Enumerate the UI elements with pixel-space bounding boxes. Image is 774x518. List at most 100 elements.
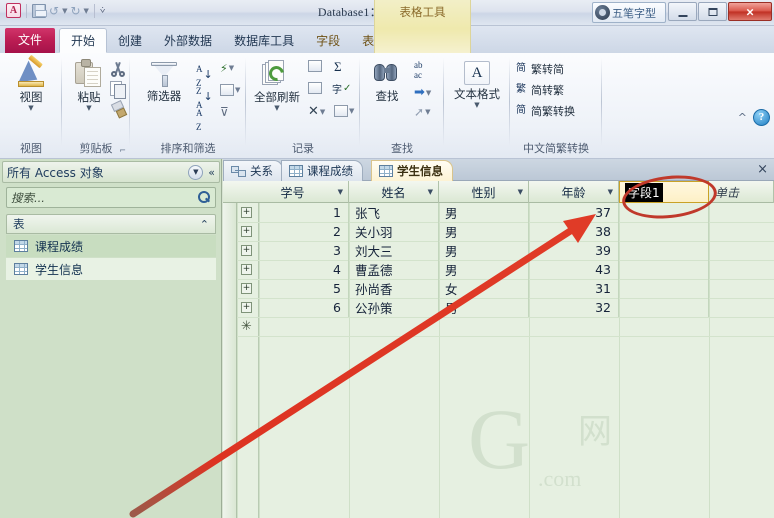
ime-indicator[interactable]: 五笔字型 [592, 2, 666, 23]
cell-field1[interactable] [619, 298, 709, 317]
cell-xuehao[interactable]: 6 [259, 298, 349, 317]
copy-button[interactable] [110, 81, 126, 99]
nav-item-course-scores[interactable]: 课程成绩 [6, 235, 216, 257]
doc-tab-course-scores[interactable]: 课程成绩 [281, 160, 363, 181]
new-record-row[interactable]: ✳ [223, 317, 774, 336]
close-button[interactable]: × [728, 2, 772, 21]
collapse-nav-pane-icon[interactable]: « [208, 166, 215, 179]
cell-xingming[interactable]: 张飞 [349, 203, 439, 222]
column-filter-icon[interactable]: ▼ [518, 188, 523, 196]
cell-xingming[interactable]: 曹孟德 [349, 260, 439, 279]
expand-row-icon[interactable]: + [241, 245, 252, 256]
simp-trad-convert-button[interactable]: 简 简繁转换 [514, 103, 575, 119]
cell-xuehao[interactable]: 1 [259, 203, 349, 222]
tab-external-data[interactable]: 外部数据 [153, 30, 223, 53]
tab-create[interactable]: 创建 [107, 30, 153, 53]
trad-to-simp-button[interactable]: 简 繁转简 [514, 61, 564, 77]
cell-xingbie[interactable]: 男 [439, 298, 529, 317]
cut-button[interactable] [110, 61, 126, 77]
expand-row-icon[interactable]: + [241, 302, 252, 313]
new-record-button[interactable] [308, 60, 322, 72]
table-row[interactable]: + 5 孙尚香 女 31 [223, 279, 774, 298]
cell-xingming[interactable]: 公孙策 [349, 298, 439, 317]
new-record-icon[interactable]: ✳ [241, 319, 252, 334]
cell-field1[interactable] [619, 241, 709, 260]
delete-record-button[interactable]: ✕ ▼ [308, 104, 325, 119]
cell-field1[interactable] [619, 222, 709, 241]
column-header-xingbie[interactable]: 性别 ▼ [439, 181, 529, 203]
tab-database-tools[interactable]: 数据库工具 [223, 30, 305, 53]
paste-button[interactable]: 粘贴 ▼ [66, 59, 112, 112]
totals-button[interactable]: Σ [334, 59, 342, 75]
cell-xingbie[interactable]: 男 [439, 241, 529, 260]
remove-sort-button[interactable]: AZ [196, 105, 203, 133]
help-button[interactable]: ? [753, 109, 770, 126]
nav-group-tables[interactable]: 表 ⌃ [6, 214, 216, 234]
table-row[interactable]: + 4 曹孟德 男 43 [223, 260, 774, 279]
cell-xuehao[interactable]: 5 [259, 279, 349, 298]
save-record-button[interactable] [308, 82, 322, 94]
find-button[interactable]: 查找 [362, 61, 412, 104]
table-row[interactable]: + 3 刘大三 男 39 [223, 241, 774, 260]
paste-dropdown-icon[interactable]: ▼ [66, 105, 112, 112]
expand-row-icon[interactable]: + [241, 264, 252, 275]
column-header-xingming[interactable]: 姓名 ▼ [349, 181, 439, 203]
close-document-icon[interactable]: × [757, 162, 768, 177]
clipboard-dialog-launcher[interactable]: ⌐ [119, 146, 126, 155]
refresh-all-button[interactable]: 全部刷新 ▼ [248, 60, 306, 112]
collapse-ribbon-icon[interactable]: ^ [738, 111, 747, 124]
cell-nianling[interactable]: 37 [529, 203, 619, 222]
spelling-button[interactable]: 字 ✓ [332, 81, 351, 96]
view-button[interactable]: 视图 ▼ [8, 60, 54, 112]
cell-xingbie[interactable]: 男 [439, 260, 529, 279]
cell-xuehao[interactable]: 4 [259, 260, 349, 279]
cell-nianling[interactable]: 38 [529, 222, 619, 241]
cell-xingming[interactable]: 刘大三 [349, 241, 439, 260]
column-header-nianling[interactable]: 年龄 ▼ [529, 181, 619, 203]
replace-button[interactable]: ab ac [414, 60, 423, 80]
cell-xingbie[interactable]: 男 [439, 203, 529, 222]
cell-nianling[interactable]: 31 [529, 279, 619, 298]
text-format-button[interactable]: A 文本格式 ▼ [448, 61, 506, 109]
chevron-down-icon[interactable]: ▼ [188, 164, 204, 180]
format-painter-button[interactable] [110, 101, 126, 117]
refresh-dropdown-icon[interactable]: ▼ [248, 105, 306, 112]
cell-xuehao[interactable]: 3 [259, 241, 349, 260]
cell-field1[interactable] [619, 260, 709, 279]
search-icon[interactable] [198, 191, 211, 204]
tab-file[interactable]: 文件 [5, 28, 56, 53]
toggle-filter-button[interactable]: ⊽ [220, 105, 229, 119]
column-filter-icon[interactable]: ▼ [338, 188, 343, 196]
column-filter-icon[interactable]: ▼ [608, 188, 613, 196]
nav-search-box[interactable]: 搜索... [6, 187, 216, 208]
table-row[interactable]: + 6 公孙策 男 32 [223, 298, 774, 317]
column-header-xuehao[interactable]: 学号 ▼ [237, 181, 349, 203]
view-dropdown-icon[interactable]: ▼ [8, 105, 54, 112]
cell-nianling[interactable]: 39 [529, 241, 619, 260]
maximize-button[interactable] [698, 2, 727, 21]
search-input[interactable]: 搜索... [11, 190, 198, 206]
goto-button[interactable]: ➡ ▼ [414, 85, 431, 100]
cell-xuehao[interactable]: 2 [259, 222, 349, 241]
cell-nianling[interactable]: 43 [529, 260, 619, 279]
nav-item-student-info[interactable]: 学生信息 [6, 258, 216, 280]
text-format-dropdown-icon[interactable]: ▼ [448, 102, 506, 109]
doc-tab-relationships[interactable]: 关系 [223, 160, 283, 181]
column-header-add-new-field[interactable]: 单击 [709, 181, 774, 203]
filter-button[interactable]: 筛选器 [136, 61, 192, 104]
cell-xingming[interactable]: 关小羽 [349, 222, 439, 241]
table-row[interactable]: + 2 关小羽 男 38 [223, 222, 774, 241]
cell-xingbie[interactable]: 男 [439, 222, 529, 241]
tab-fields[interactable]: 字段 [305, 30, 351, 53]
column-filter-icon[interactable]: ▼ [428, 188, 433, 196]
more-records-button[interactable]: ▼ [334, 104, 354, 118]
cell-xingbie[interactable]: 女 [439, 279, 529, 298]
tab-home[interactable]: 开始 [59, 28, 108, 53]
expand-row-icon[interactable]: + [241, 207, 252, 218]
cell-xingming[interactable]: 孙尚香 [349, 279, 439, 298]
cell-field1[interactable] [619, 279, 709, 298]
tab-table[interactable]: 表 [351, 30, 385, 53]
doc-tab-student-info[interactable]: 学生信息 [371, 160, 453, 181]
nav-pane-header[interactable]: 所有 Access 对象 ▼ « [2, 161, 220, 183]
minimize-button[interactable] [668, 2, 697, 21]
